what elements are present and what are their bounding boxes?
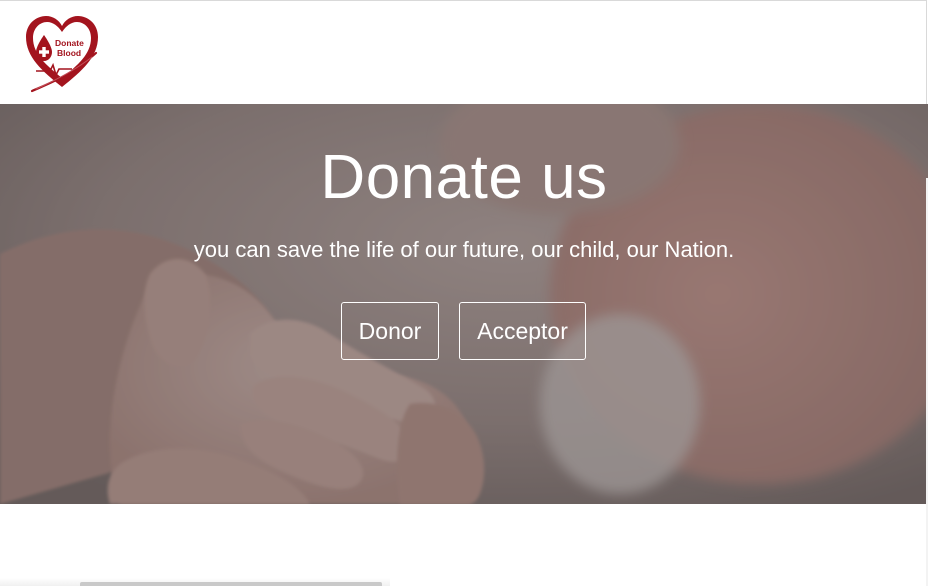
hero-banner: Donate us you can save the life of our f… <box>0 104 928 504</box>
logo-text-blood: Blood <box>57 48 81 58</box>
site-header: Donate Blood <box>0 0 927 104</box>
donate-blood-logo[interactable]: Donate Blood <box>22 13 102 93</box>
hero-title: Donate us <box>320 143 608 212</box>
logo-text-donate: Donate <box>55 38 84 48</box>
hero-subtitle: you can save the life of our future, our… <box>193 237 735 262</box>
horizontal-scrollbar[interactable] <box>80 582 382 586</box>
donor-button[interactable]: Donor <box>341 302 439 360</box>
acceptor-button[interactable]: Acceptor <box>459 302 586 360</box>
heart-logo-icon: Donate Blood <box>26 16 98 93</box>
page: Donate Blood Donate us you can save the … <box>0 0 928 586</box>
